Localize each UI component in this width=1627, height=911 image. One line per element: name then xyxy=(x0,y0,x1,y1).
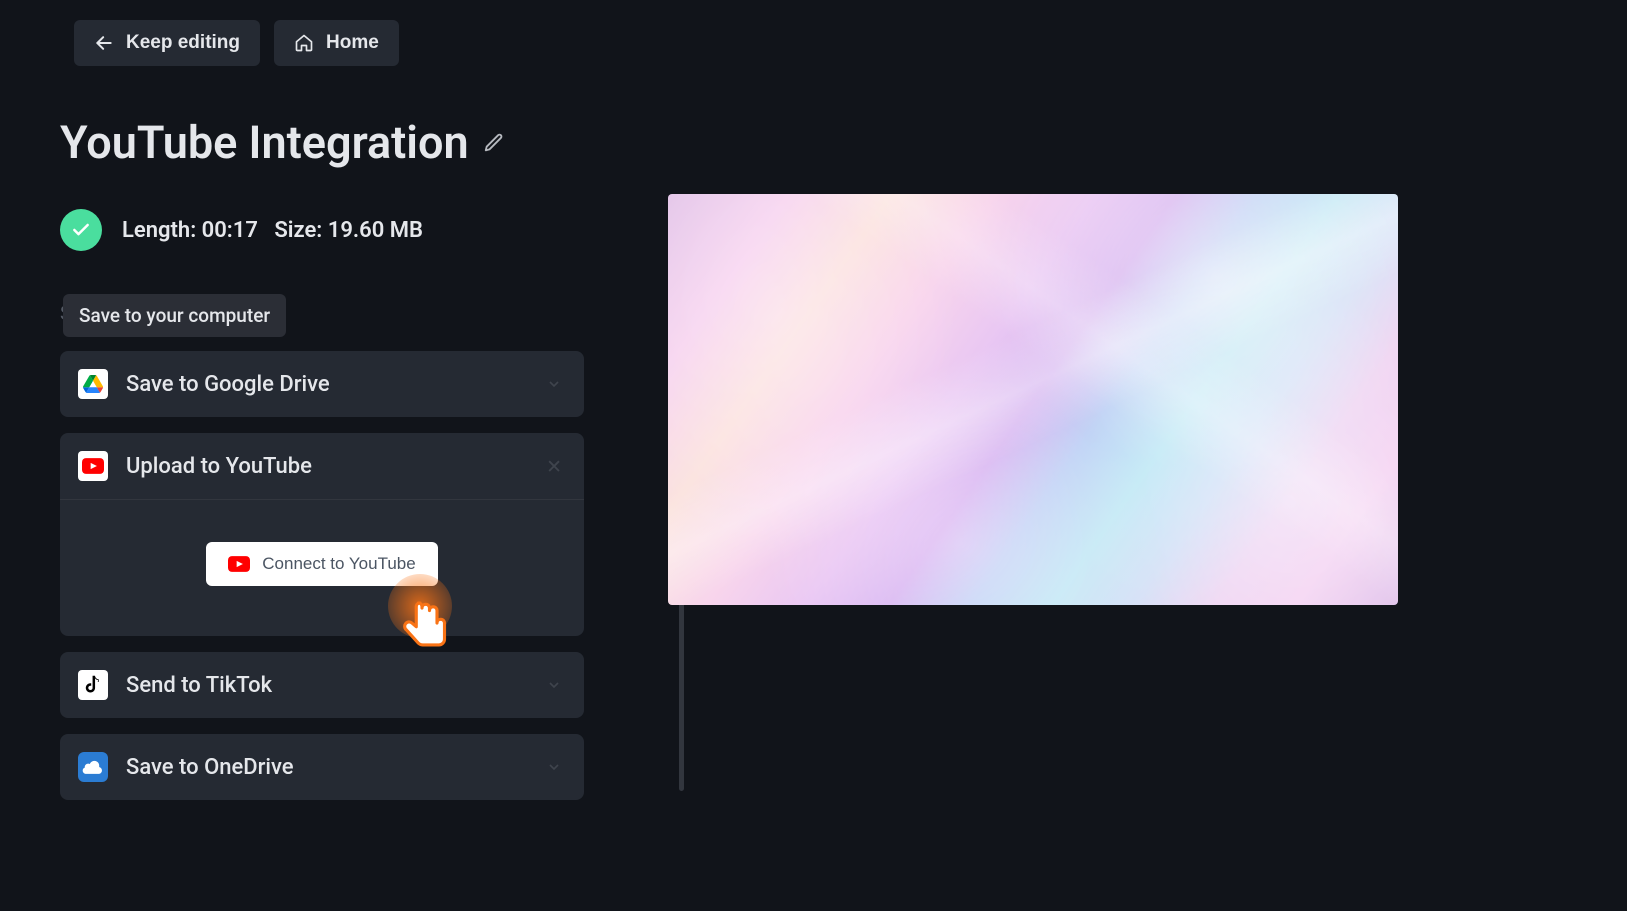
arrow-left-icon xyxy=(94,33,114,53)
pencil-icon[interactable] xyxy=(483,132,505,154)
tiktok-icon xyxy=(78,670,108,700)
youtube-label: Upload to YouTube xyxy=(126,454,312,479)
youtube-icon xyxy=(228,556,250,572)
tiktok-label: Send to TikTok xyxy=(126,673,272,698)
youtube-icon xyxy=(78,451,108,481)
connect-label: Connect to YouTube xyxy=(262,554,415,574)
connect-youtube-button[interactable]: Connect to YouTube xyxy=(206,542,437,586)
chevron-down-icon xyxy=(546,376,562,392)
home-icon xyxy=(294,33,314,53)
save-option-onedrive[interactable]: Save to OneDrive xyxy=(60,734,584,800)
chevron-down-icon xyxy=(546,677,562,693)
google-drive-icon xyxy=(78,369,108,399)
page-title: YouTube Integration xyxy=(60,116,469,169)
onedrive-label: Save to OneDrive xyxy=(126,755,294,780)
status-badge xyxy=(60,209,102,251)
close-icon[interactable]: ✕ xyxy=(546,455,562,478)
keep-editing-button[interactable]: Keep editing xyxy=(74,20,260,66)
chevron-down-icon xyxy=(546,759,562,775)
keep-editing-label: Keep editing xyxy=(126,32,240,54)
home-button[interactable]: Home xyxy=(274,20,399,66)
check-icon xyxy=(71,220,91,240)
gdrive-label: Save to Google Drive xyxy=(126,372,330,397)
video-preview[interactable] xyxy=(668,194,1398,605)
save-tooltip: Save to your computer xyxy=(63,294,286,337)
video-meta: Length: 00:17 Size: 19.60 MB xyxy=(122,218,423,243)
save-option-gdrive[interactable]: Save to Google Drive xyxy=(60,351,584,417)
onedrive-icon xyxy=(78,752,108,782)
save-option-youtube[interactable]: Upload to YouTube ✕ Connect to YouTube xyxy=(60,433,584,636)
save-option-tiktok[interactable]: Send to TikTok xyxy=(60,652,584,718)
home-label: Home xyxy=(326,32,379,54)
